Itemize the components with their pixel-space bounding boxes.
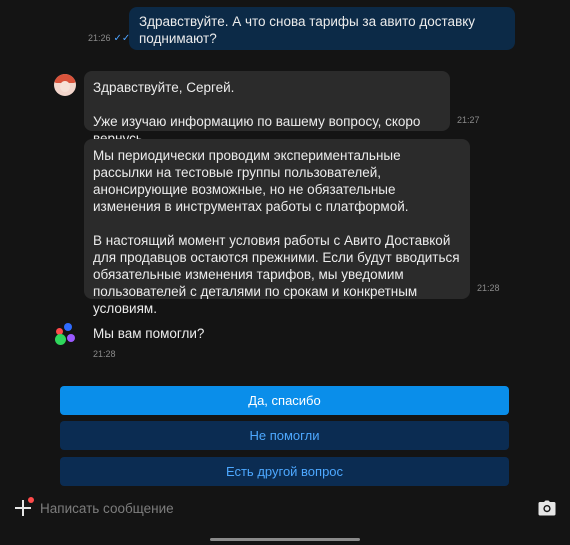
incoming-message-long-time: 21:28 xyxy=(477,283,500,293)
outgoing-message-bubble: Здравствуйте. А что снова тарифы за авит… xyxy=(129,7,515,50)
camera-icon[interactable] xyxy=(538,500,556,516)
avito-logo-icon xyxy=(55,323,77,345)
incoming-message-bubble: Здравствуйте, Сергей. Уже изучаю информа… xyxy=(84,71,450,146)
outgoing-message-time: 21:26 xyxy=(88,33,111,43)
message-input[interactable] xyxy=(40,498,510,518)
attach-plus-icon[interactable] xyxy=(13,497,34,519)
bot-question-time: 21:28 xyxy=(93,349,116,359)
chat-screen: Здравствуйте. А что снова тарифы за авит… xyxy=(0,0,570,545)
incoming-message-paragraph-1: Мы периодически проводим экспериментальн… xyxy=(93,148,409,214)
outgoing-message-text: Здравствуйте. А что снова тарифы за авит… xyxy=(139,14,476,46)
double-check-icon: ✓✓ xyxy=(113,33,131,44)
incoming-message-bubble-long: Мы периодически проводим экспериментальн… xyxy=(84,139,470,316)
home-indicator xyxy=(210,538,360,541)
quick-reply-yes-button[interactable]: Да, спасибо xyxy=(60,386,509,415)
agent-avatar xyxy=(54,74,76,96)
incoming-message-greeting: Здравствуйте, Сергей. xyxy=(93,80,235,95)
outgoing-message-meta: 21:26 ✓✓ xyxy=(88,33,130,44)
quick-reply-other-question-button[interactable]: Есть другой вопрос xyxy=(60,457,509,486)
incoming-message-paragraph-2: В настоящий момент условия работы с Авит… xyxy=(93,233,460,316)
incoming-message-time: 21:27 xyxy=(457,115,480,125)
quick-reply-no-button[interactable]: Не помогли xyxy=(60,421,509,450)
bot-question-text: Мы вам помогли? xyxy=(93,326,205,341)
notification-dot xyxy=(28,497,34,503)
